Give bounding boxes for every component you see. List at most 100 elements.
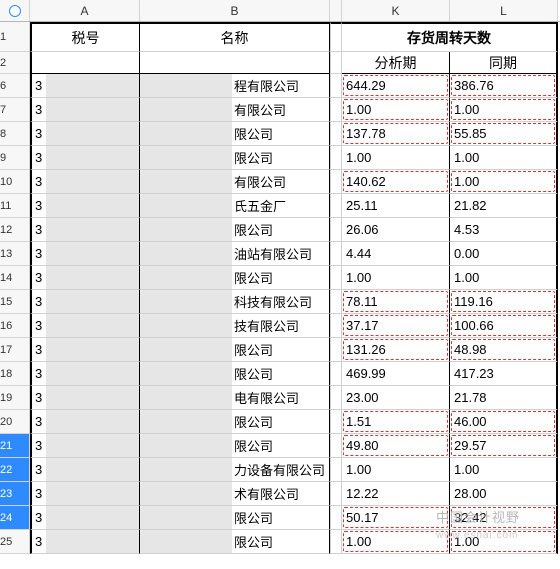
cell-same-period[interactable]: 28.00 — [450, 482, 558, 506]
row-header[interactable]: 21 — [0, 434, 30, 458]
cell-same-period[interactable]: 1.00 — [450, 98, 558, 122]
cell-name[interactable]: 限公司 — [140, 122, 330, 146]
cell-analysis[interactable]: 131.26 — [342, 338, 450, 362]
cell-taxno[interactable]: 3 — [30, 266, 140, 290]
cell-taxno[interactable]: 3 — [30, 290, 140, 314]
cell-analysis[interactable]: 26.06 — [342, 218, 450, 242]
cell-same-period[interactable]: 55.85 — [450, 122, 558, 146]
cell-name[interactable]: 限公司 — [140, 362, 330, 386]
cell-taxno[interactable]: 3 — [30, 434, 140, 458]
cell-taxno[interactable]: 3 — [30, 74, 140, 98]
row-header[interactable]: 22 — [0, 458, 30, 482]
cell-same-period[interactable]: 1.00 — [450, 266, 558, 290]
cell-taxno[interactable]: 3 — [30, 410, 140, 434]
cell-same-period[interactable]: 1.00 — [450, 146, 558, 170]
cell-name[interactable]: 限公司 — [140, 410, 330, 434]
row-header[interactable]: 8 — [0, 122, 30, 146]
cell-taxno[interactable]: 3 — [30, 386, 140, 410]
cell-analysis[interactable]: 49.80 — [342, 434, 450, 458]
cell-taxno[interactable]: 3 — [30, 506, 140, 530]
cell-same-period[interactable]: 21.82 — [450, 194, 558, 218]
cell-analysis[interactable]: 4.44 — [342, 242, 450, 266]
cell-same-period[interactable]: 0.00 — [450, 242, 558, 266]
row-header[interactable]: 11 — [0, 194, 30, 218]
cell-taxno[interactable]: 3 — [30, 242, 140, 266]
cell-same-period[interactable]: 386.76 — [450, 74, 558, 98]
row-header[interactable]: 9 — [0, 146, 30, 170]
cell-analysis[interactable]: 78.11 — [342, 290, 450, 314]
cell-name[interactable]: 限公司 — [140, 434, 330, 458]
cell-name[interactable]: 电有限公司 — [140, 386, 330, 410]
row-header[interactable]: 15 — [0, 290, 30, 314]
cell-analysis[interactable]: 1.00 — [342, 146, 450, 170]
row-header[interactable]: 25 — [0, 530, 30, 554]
cell-taxno[interactable]: 3 — [30, 170, 140, 194]
cell-name[interactable]: 程有限公司 — [140, 74, 330, 98]
row-header[interactable]: 24 — [0, 506, 30, 530]
cell-name[interactable]: 力设备有限公司 — [140, 458, 330, 482]
cell-same-period[interactable]: 21.78 — [450, 386, 558, 410]
col-header-B[interactable]: B — [140, 0, 330, 21]
cell-same-period[interactable]: 48.98 — [450, 338, 558, 362]
cell-analysis[interactable]: 12.22 — [342, 482, 450, 506]
cell-analysis[interactable]: 23.00 — [342, 386, 450, 410]
cell-same-period[interactable]: 1.00 — [450, 170, 558, 194]
row-header[interactable]: 16 — [0, 314, 30, 338]
cell-analysis[interactable]: 1.00 — [342, 266, 450, 290]
cell-same-period[interactable]: 417.23 — [450, 362, 558, 386]
cell-same-period[interactable]: 32.42 — [450, 506, 558, 530]
cell-taxno[interactable]: 3 — [30, 146, 140, 170]
cell-same-period[interactable]: 46.00 — [450, 410, 558, 434]
cell-name[interactable]: 油站有限公司 — [140, 242, 330, 266]
col-header-K[interactable]: K — [342, 0, 450, 21]
cell-analysis[interactable]: 1.00 — [342, 530, 450, 554]
cell-taxno[interactable]: 3 — [30, 482, 140, 506]
cell-same-period[interactable]: 4.53 — [450, 218, 558, 242]
row-header[interactable]: 10 — [0, 170, 30, 194]
row-header[interactable]: 14 — [0, 266, 30, 290]
cell-same-period[interactable]: 29.57 — [450, 434, 558, 458]
cell-taxno[interactable]: 3 — [30, 218, 140, 242]
col-header-L[interactable]: L — [450, 0, 558, 21]
cell-analysis[interactable]: 25.11 — [342, 194, 450, 218]
row-header[interactable]: 1 — [0, 22, 30, 52]
row-header[interactable]: 2 — [0, 52, 30, 74]
row-header[interactable]: 13 — [0, 242, 30, 266]
cell-analysis[interactable]: 140.62 — [342, 170, 450, 194]
row-header[interactable]: 19 — [0, 386, 30, 410]
cell-name[interactable]: 科技有限公司 — [140, 290, 330, 314]
cell-name[interactable]: 限公司 — [140, 530, 330, 554]
row-header[interactable]: 17 — [0, 338, 30, 362]
row-header[interactable]: 7 — [0, 98, 30, 122]
cell-analysis[interactable]: 1.00 — [342, 98, 450, 122]
row-header[interactable]: 20 — [0, 410, 30, 434]
cell-name[interactable]: 限公司 — [140, 266, 330, 290]
row-header[interactable]: 6 — [0, 74, 30, 98]
cell-name[interactable]: 限公司 — [140, 506, 330, 530]
cell-name[interactable]: 技有限公司 — [140, 314, 330, 338]
cell-name[interactable]: 氏五金厂 — [140, 194, 330, 218]
cell-name[interactable]: 限公司 — [140, 146, 330, 170]
cell-name[interactable]: 有限公司 — [140, 170, 330, 194]
cell-taxno[interactable]: 3 — [30, 122, 140, 146]
cell-analysis[interactable]: 1.51 — [342, 410, 450, 434]
cell-taxno[interactable]: 3 — [30, 194, 140, 218]
row-header[interactable]: 18 — [0, 362, 30, 386]
col-header-A[interactable]: A — [30, 0, 140, 21]
cell-taxno[interactable]: 3 — [30, 530, 140, 554]
cell-analysis[interactable]: 644.29 — [342, 74, 450, 98]
cell-analysis[interactable]: 469.99 — [342, 362, 450, 386]
cell-analysis[interactable]: 50.17 — [342, 506, 450, 530]
cell-name[interactable]: 术有限公司 — [140, 482, 330, 506]
cell-name[interactable]: 限公司 — [140, 338, 330, 362]
cell-taxno[interactable]: 3 — [30, 338, 140, 362]
cell-taxno[interactable]: 3 — [30, 458, 140, 482]
select-all-corner[interactable] — [0, 0, 30, 21]
cell-taxno[interactable]: 3 — [30, 362, 140, 386]
row-header[interactable]: 12 — [0, 218, 30, 242]
cell-name[interactable]: 限公司 — [140, 218, 330, 242]
cell-same-period[interactable]: 1.00 — [450, 530, 558, 554]
cell-same-period[interactable]: 1.00 — [450, 458, 558, 482]
cell-name[interactable]: 有限公司 — [140, 98, 330, 122]
cell-same-period[interactable]: 119.16 — [450, 290, 558, 314]
